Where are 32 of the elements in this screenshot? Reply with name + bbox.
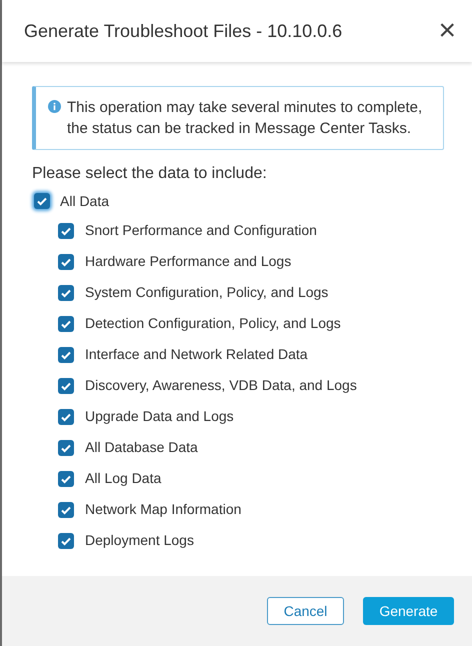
checkbox[interactable] <box>34 193 50 209</box>
check-icon <box>36 195 48 207</box>
checkbox-label: Detection Configuration, Policy, and Logs <box>85 314 341 333</box>
cancel-button[interactable]: Cancel <box>267 597 344 625</box>
checkbox-label: Hardware Performance and Logs <box>85 252 292 271</box>
checkbox[interactable] <box>58 378 74 394</box>
checkbox-label: Interface and Network Related Data <box>85 345 308 364</box>
checkbox[interactable] <box>58 502 74 518</box>
checkbox-label: Upgrade Data and Logs <box>85 407 234 426</box>
checkbox-label: All Data <box>60 192 110 210</box>
checkbox[interactable] <box>58 316 74 332</box>
checkbox[interactable] <box>58 254 74 270</box>
checkbox[interactable] <box>58 222 74 238</box>
checkbox-label: Deployment Logs <box>85 531 194 550</box>
checkbox-label: All Database Data <box>85 438 198 457</box>
info-icon <box>48 100 61 113</box>
prompt-text: Please select the data to include: <box>32 164 268 184</box>
checkbox-label: Discovery, Awareness, VDB Data, and Logs <box>85 376 357 395</box>
checkbox-label: System Configuration, Policy, and Logs <box>85 283 328 302</box>
checkbox-label: Snort Performance and Configuration <box>85 221 317 240</box>
close-button[interactable]: × <box>438 16 456 46</box>
checkbox[interactable] <box>58 470 74 486</box>
notice-text: This operation may take several minutes to complete, the status can be tracked in Message Center Tasks. <box>67 98 424 139</box>
checkbox-label: All Log Data <box>85 469 162 488</box>
checkbox[interactable] <box>58 284 74 300</box>
checkbox[interactable] <box>58 346 74 362</box>
checkbox[interactable] <box>58 440 74 456</box>
checkbox[interactable] <box>58 408 74 424</box>
checkbox-label: Network Map Information <box>85 500 242 519</box>
checkbox[interactable] <box>58 532 74 548</box>
generate-button[interactable]: Generate <box>363 597 454 625</box>
dialog-title: Generate Troubleshoot Files - 10.10.0.6 <box>24 20 342 42</box>
